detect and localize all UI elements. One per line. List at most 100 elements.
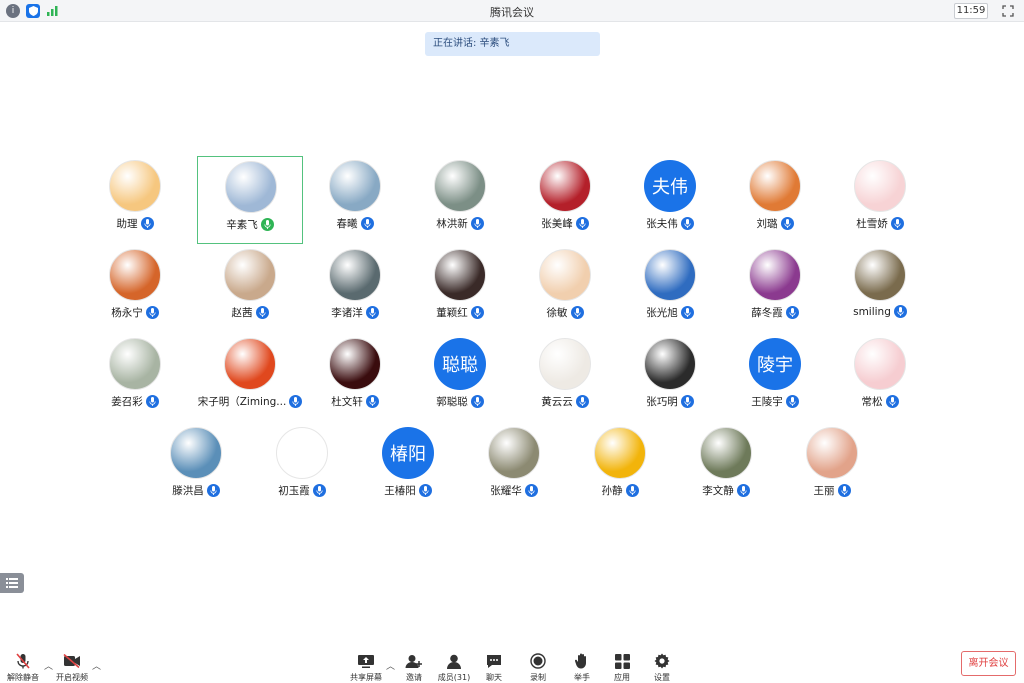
participant-tile[interactable]: 杨永宁 <box>82 245 188 333</box>
mic-muted-icon <box>3 653 43 669</box>
participant-tile[interactable]: 董颖红 <box>407 245 513 333</box>
participant-tile[interactable]: 张耀华 <box>461 423 567 511</box>
start-video-button[interactable]: 开启视频 <box>52 653 92 683</box>
cartoon-girl-red-avatar <box>224 338 276 390</box>
participant-name-row: 张巧明 <box>617 394 723 409</box>
unmute-button[interactable]: 解除静音 <box>3 653 43 683</box>
participant-name-row: 姜召彩 <box>82 394 188 409</box>
video-options-caret[interactable]: ︿ <box>92 659 101 672</box>
participant-name-row: 赵茜 <box>197 305 303 320</box>
participant-name-row: 李文静 <box>673 483 779 498</box>
participant-name: 薛冬霞 <box>751 307 783 319</box>
mic-icon <box>680 306 694 319</box>
cartoon-cat-avatar <box>109 160 161 212</box>
participant-name: 林洪新 <box>436 218 468 230</box>
participant-tile[interactable]: 赵茜 <box>197 245 303 333</box>
participant-name-row: 助理 <box>82 216 188 231</box>
mic-icon <box>780 217 794 230</box>
mic-icon <box>140 217 154 230</box>
mic-icon <box>145 306 159 319</box>
participant-name: 刘璐 <box>756 218 778 230</box>
invite-button[interactable]: 邀请 <box>394 653 434 683</box>
participant-tile[interactable]: 林洪新 <box>407 156 513 244</box>
participant-tile[interactable]: 宋子明（Ziming... <box>197 334 303 422</box>
participant-name: 徐敏 <box>546 307 568 319</box>
gear-icon <box>642 653 682 669</box>
cartoon-pink-avatar <box>854 338 906 390</box>
participant-tile[interactable]: 张巧明 <box>617 334 723 422</box>
participant-name-row: 李诸洋 <box>302 305 408 320</box>
participant-tile[interactable]: 常松 <box>827 334 933 422</box>
participant-tile[interactable]: 聪聪 郭聪聪 <box>407 334 513 422</box>
list-toggle-button[interactable] <box>0 573 24 593</box>
participant-tile[interactable]: 刘璐 <box>722 156 828 244</box>
leave-meeting-button[interactable]: 离开会议 <box>961 651 1016 676</box>
participant-tile[interactable]: 滕洪昌 <box>143 423 249 511</box>
participant-name: 姜召彩 <box>111 396 143 408</box>
sunflower-avatar <box>594 427 646 479</box>
mic-icon <box>365 395 379 408</box>
participant-tile[interactable]: 辛素飞 <box>197 156 303 244</box>
mic-icon <box>470 395 484 408</box>
participant-name-row: 张夫伟 <box>617 216 723 231</box>
participant-name-row: 宋子明（Ziming... <box>197 394 303 409</box>
participant-name: 黄云云 <box>541 396 573 408</box>
members-button[interactable]: 成员(31) <box>434 653 474 683</box>
share-screen-button[interactable]: 共享屏幕 <box>346 653 386 683</box>
share-screen-icon <box>346 653 386 669</box>
photo-autumn-tree-avatar <box>109 249 161 301</box>
mic-icon <box>785 306 799 319</box>
participant-tile[interactable]: 杜文轩 <box>302 334 408 422</box>
participant-tile[interactable]: 夫伟 张夫伟 <box>617 156 723 244</box>
mic-icon <box>470 306 484 319</box>
participant-name-row: 孙静 <box>567 483 673 498</box>
settings-button[interactable]: 设置 <box>642 653 682 683</box>
participant-tile[interactable]: 初玉霞 <box>249 423 355 511</box>
participant-name-row: 王椿阳 <box>355 483 461 498</box>
participant-tile[interactable]: 徐敏 <box>512 245 618 333</box>
mic-icon <box>680 395 694 408</box>
participant-tile[interactable]: 张美峰 <box>512 156 618 244</box>
mic-icon <box>625 484 639 497</box>
apps-button[interactable]: 应用 <box>602 653 642 683</box>
participant-tile[interactable]: smiling <box>827 245 933 333</box>
mic-icon <box>365 306 379 319</box>
cartoon-girl-avatar <box>854 160 906 212</box>
photo-cherries-avatar <box>539 160 591 212</box>
chat-icon <box>474 653 514 669</box>
participant-tile[interactable]: 薛冬霞 <box>722 245 828 333</box>
participant-tile[interactable]: 王丽 <box>779 423 885 511</box>
participant-name: 助理 <box>116 218 138 230</box>
photo-sky-pink-avatar <box>806 427 858 479</box>
hand-icon <box>562 653 602 669</box>
participant-tile[interactable]: 李文静 <box>673 423 779 511</box>
participant-tile[interactable]: 助理 <box>82 156 188 244</box>
participant-tile[interactable]: 春曦 <box>302 156 408 244</box>
participant-name: 张巧明 <box>646 396 678 408</box>
add-user-icon <box>394 653 434 669</box>
mic-icon <box>885 395 899 408</box>
chat-button[interactable]: 聊天 <box>474 653 514 683</box>
participant-name: 孙静 <box>601 485 623 497</box>
participant-tile[interactable]: 陵宇 王陵宇 <box>722 334 828 422</box>
participant-tile[interactable]: 张光旭 <box>617 245 723 333</box>
participant-tile[interactable]: 椿阳 王椿阳 <box>355 423 461 511</box>
participant-tile[interactable]: 黄云云 <box>512 334 618 422</box>
participant-tile[interactable]: 孙静 <box>567 423 673 511</box>
participant-tile[interactable]: 姜召彩 <box>82 334 188 422</box>
participant-name: 滕洪昌 <box>172 485 204 497</box>
participant-tile[interactable]: 杜雪娇 <box>827 156 933 244</box>
participant-grid: 助理 辛素飞 春曦林洪新 张美峰 夫伟 张夫伟刘璐 杜雪娇杨永宁赵茜 李诸洋 董颖红徐敏 张光旭薛… <box>0 0 1024 682</box>
record-button[interactable]: 录制 <box>518 653 558 683</box>
participant-name: 赵茜 <box>231 307 253 319</box>
photo-landscape-avatar <box>434 160 486 212</box>
avatar-initials: 陵宇 <box>749 338 801 390</box>
mic-icon <box>837 484 851 497</box>
participant-name: 郭聪聪 <box>436 396 468 408</box>
participant-name-row: 初玉霞 <box>249 483 355 498</box>
participant-name: 王椿阳 <box>384 485 416 497</box>
participant-tile[interactable]: 李诸洋 <box>302 245 408 333</box>
raise-hand-button[interactable]: 举手 <box>562 653 602 683</box>
mic-icon <box>289 395 303 408</box>
participant-name: 张美峰 <box>541 218 573 230</box>
